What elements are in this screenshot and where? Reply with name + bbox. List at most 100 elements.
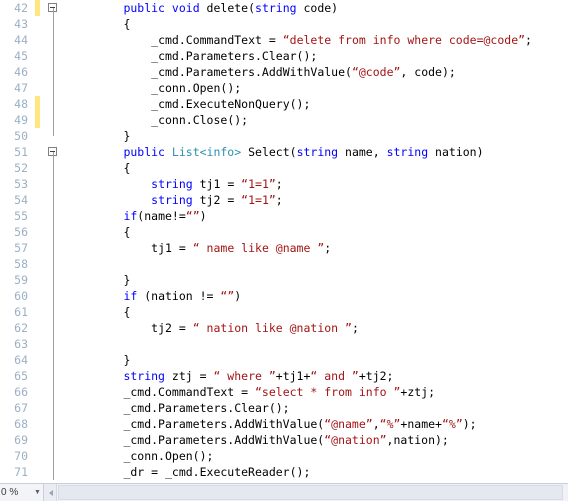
code-text: { xyxy=(123,16,130,32)
code-token-pln: (name!= xyxy=(137,209,186,223)
line-number: 57 xyxy=(14,241,28,255)
outline-column xyxy=(47,0,61,16)
code-token-pln: name, xyxy=(338,145,387,159)
horizontal-scrollbar[interactable] xyxy=(44,484,568,501)
code-token-kw: string xyxy=(255,1,297,15)
code-token-str: “@name” xyxy=(324,417,373,431)
code-line[interactable]: 66 _cmd.CommandText = “select * from info… xyxy=(0,384,568,400)
outline-column xyxy=(47,192,61,208)
code-line[interactable]: 57 tj1 = “ name like @name ”; xyxy=(0,240,568,256)
code-line[interactable]: 62 tj2 = “ nation like @nation ”; xyxy=(0,320,568,336)
code-token-str: “1=1” xyxy=(241,193,276,207)
code-token-str: “%” xyxy=(441,417,463,431)
outline-guide xyxy=(53,432,54,448)
code-line[interactable]: 52 { xyxy=(0,160,568,176)
code-line[interactable]: 60 if (nation != “”) xyxy=(0,288,568,304)
chevron-down-icon[interactable]: ▼ xyxy=(32,489,43,496)
outline-guide xyxy=(53,416,54,432)
code-token-str: “delete from info where code=@code” xyxy=(282,33,526,47)
code-line[interactable]: 53 string tj1 = “1=1”; xyxy=(0,176,568,192)
code-line[interactable]: 63 xyxy=(0,336,568,352)
editor-text-area[interactable]: 42 public void delete(string code) 43{44 _c… xyxy=(0,0,568,483)
code-token-pln: ; xyxy=(324,241,332,255)
line-number: 61 xyxy=(14,305,28,319)
code-token-pln: Select( xyxy=(241,145,297,159)
line-number: 48 xyxy=(14,97,28,111)
code-token-kw: string xyxy=(151,193,193,207)
line-number: 50 xyxy=(14,129,28,143)
code-token-pln: (nation != xyxy=(137,289,221,303)
line-number: 71 xyxy=(14,465,28,479)
code-token-kw: string xyxy=(296,145,339,159)
outline-guide xyxy=(53,152,54,160)
outline-column xyxy=(47,128,61,144)
code-line[interactable]: 61 { xyxy=(0,304,568,320)
code-line[interactable]: 47 _conn.Open(); xyxy=(0,80,568,96)
code-line[interactable]: 45 _cmd.Parameters.Clear(); xyxy=(0,48,568,64)
code-token-kw: if xyxy=(123,289,138,303)
outline-guide xyxy=(53,176,54,192)
code-line[interactable]: 68 _cmd.Parameters.AddWithValue(“@name”,“… xyxy=(0,416,568,432)
code-token-pln: ) xyxy=(234,289,242,303)
code-token-pln: { xyxy=(123,225,131,239)
code-token-str: “@nation” xyxy=(324,433,387,447)
code-line[interactable]: 43 { xyxy=(0,16,568,32)
outline-column xyxy=(47,400,61,416)
line-number: 45 xyxy=(14,49,28,63)
code-line[interactable]: 54 string tj2 = “1=1”; xyxy=(0,192,568,208)
code-line[interactable]: 48 _cmd.ExecuteNonQuery(); xyxy=(0,96,568,112)
code-line[interactable]: 67 _cmd.Parameters.Clear(); xyxy=(0,400,568,416)
code-line[interactable]: 65 string ztj = “ where ”+tj1+“ and ”+tj2… xyxy=(0,368,568,384)
code-token-pln: ; xyxy=(275,193,283,207)
code-token-pln: +ztj; xyxy=(400,385,436,399)
line-number: 56 xyxy=(14,225,28,239)
horizontal-scrollbar-thumb[interactable] xyxy=(58,485,563,500)
scroll-left-arrow-icon[interactable] xyxy=(44,484,57,501)
outline-guide xyxy=(53,288,54,304)
code-line[interactable]: 70 _conn.Open(); xyxy=(0,448,568,464)
change-marker-empty xyxy=(35,272,40,288)
code-text: { xyxy=(123,304,130,320)
line-number: 42 xyxy=(14,1,28,15)
code-line[interactable]: 56 { xyxy=(0,224,568,240)
code-token-pln: _cmd.Parameters.AddWithValue( xyxy=(123,417,325,431)
code-line[interactable]: 71 _dr = _cmd.ExecuteReader(); xyxy=(0,464,568,480)
code-line[interactable]: 44 _cmd.CommandText = “delete from info w… xyxy=(0,32,568,48)
code-token-kw: string xyxy=(151,177,193,191)
code-line[interactable]: 51 public List<info> Select(string name, … xyxy=(0,144,568,160)
outline-column xyxy=(47,384,61,400)
code-line[interactable]: 46 _cmd.Parameters.AddWithValue(“@code”, … xyxy=(0,64,568,80)
code-line[interactable]: 58 xyxy=(0,256,568,272)
code-line[interactable]: 64} xyxy=(0,352,568,368)
zoom-level-control[interactable]: 0 % ▼ xyxy=(0,484,44,501)
code-line[interactable]: 49 _conn.Close(); xyxy=(0,112,568,128)
code-token-pln: _conn.Open(); xyxy=(123,449,214,463)
change-marker-empty xyxy=(35,240,40,256)
outline-column xyxy=(47,160,61,176)
code-text: _conn.Open(); xyxy=(151,80,241,96)
code-token-pln: ; xyxy=(275,177,283,191)
line-number: 46 xyxy=(14,65,28,79)
change-marker-empty xyxy=(35,176,40,192)
outline-guide xyxy=(53,336,54,352)
code-line[interactable]: 50} xyxy=(0,128,568,144)
code-token-str: “@code” xyxy=(351,65,401,79)
code-text: tj1 = “ name like @name ”; xyxy=(151,240,331,256)
code-token-pln: _cmd.CommandText = xyxy=(123,385,255,399)
line-number: 58 xyxy=(14,257,28,271)
code-token-kw: public xyxy=(123,145,165,159)
code-token-str: “select * from info ” xyxy=(255,385,401,399)
code-line[interactable]: 59} xyxy=(0,272,568,288)
code-text: string tj2 = “1=1”; xyxy=(151,192,283,208)
change-marker-empty xyxy=(35,336,40,352)
outline-column xyxy=(47,272,61,288)
code-token-pln: +tj1+ xyxy=(275,369,311,383)
code-line[interactable]: 42 public void delete(string code) xyxy=(0,0,568,16)
code-line[interactable]: 69 _cmd.Parameters.AddWithValue(“@nation”… xyxy=(0,432,568,448)
code-line[interactable]: 55 if(name!=“”) xyxy=(0,208,568,224)
code-token-pln: _cmd.Parameters.Clear(); xyxy=(123,401,290,415)
code-text: public void delete(string code) xyxy=(123,0,338,16)
change-marker xyxy=(35,112,40,128)
change-marker-empty xyxy=(35,128,40,144)
change-marker-empty xyxy=(35,48,40,64)
